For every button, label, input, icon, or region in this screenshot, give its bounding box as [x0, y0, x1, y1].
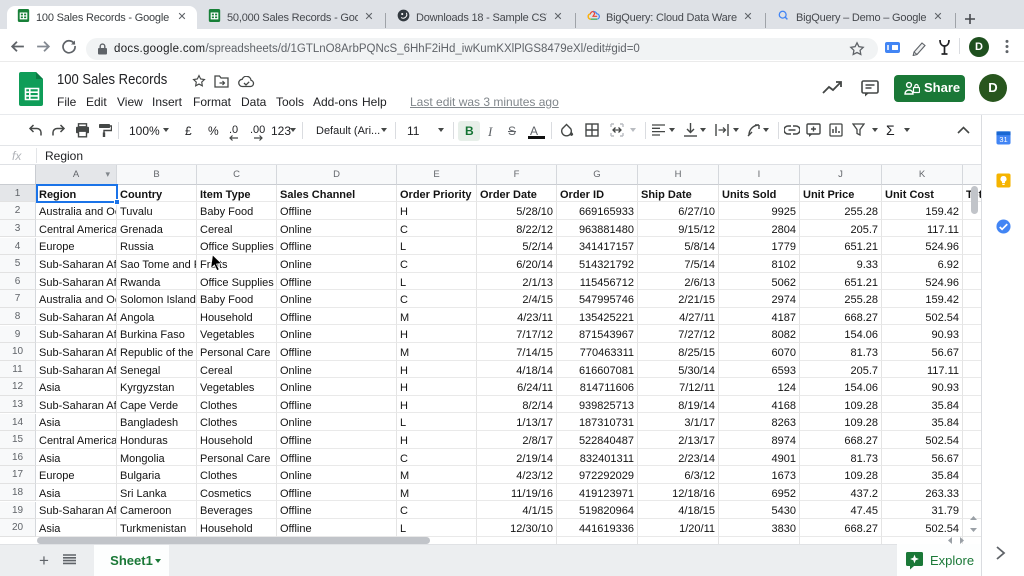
- svg-text:31: 31: [999, 135, 1007, 144]
